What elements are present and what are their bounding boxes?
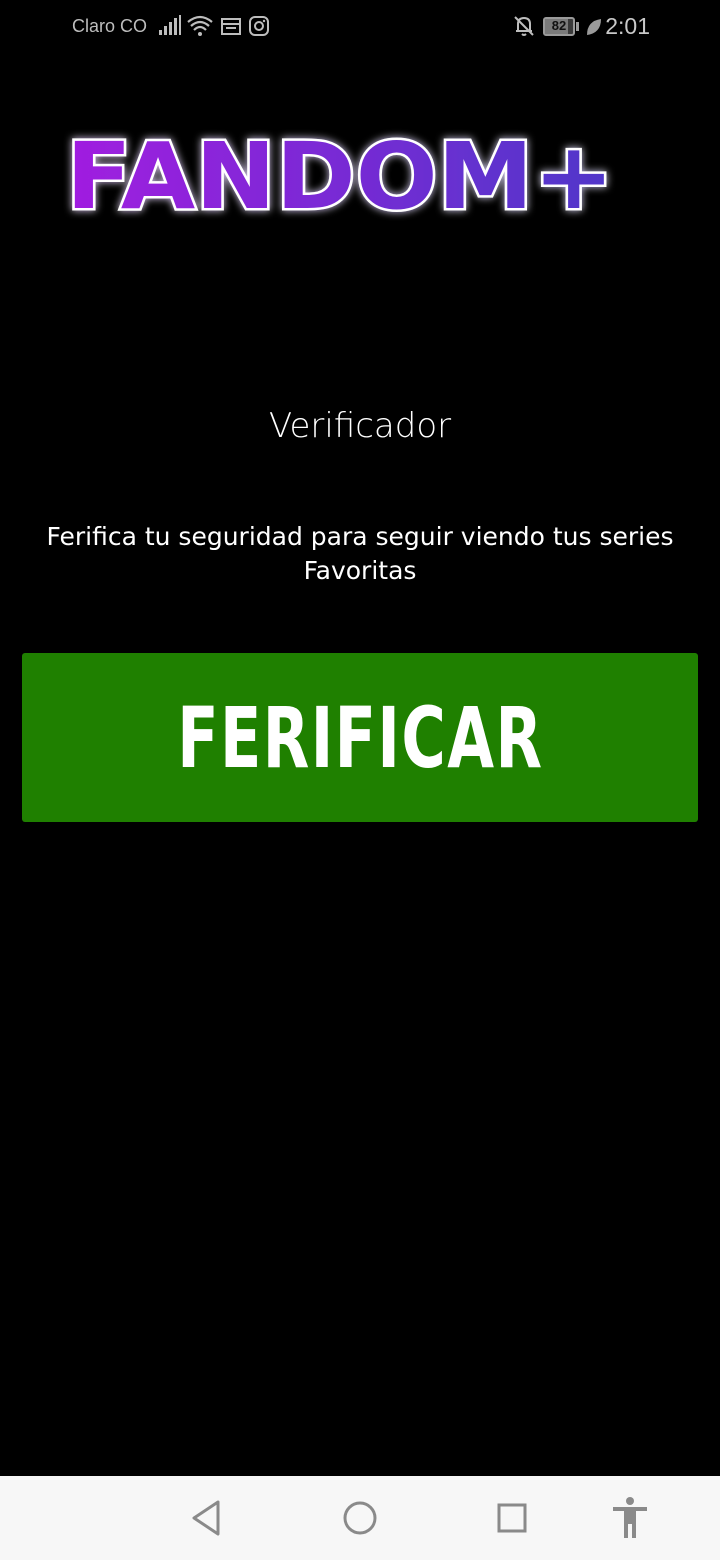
carrier-name: Claro CO xyxy=(72,16,148,36)
bell-muted-icon xyxy=(514,16,534,36)
description-text: Ferifica tu seguridad para seguir viendo… xyxy=(46,522,674,585)
accessibility-icon xyxy=(613,1497,647,1538)
logo-text: FANDOM+ xyxy=(66,123,614,224)
clock: 2:01 xyxy=(605,13,650,39)
back-icon xyxy=(192,1500,220,1536)
calendar-icon xyxy=(221,18,241,35)
verify-button-label: FERIFICAR xyxy=(176,688,544,787)
home-icon xyxy=(343,1501,377,1535)
battery-icon: 82 xyxy=(543,17,575,36)
leaf-icon xyxy=(587,19,601,35)
back-button[interactable] xyxy=(182,1494,230,1542)
wifi-icon xyxy=(187,15,213,36)
recents-icon xyxy=(497,1503,527,1533)
recents-button[interactable] xyxy=(488,1494,536,1542)
accessibility-button[interactable] xyxy=(606,1494,654,1542)
signal-icon xyxy=(159,15,181,35)
battery-level: 82 xyxy=(551,18,567,33)
instagram-icon xyxy=(249,16,269,36)
home-button[interactable] xyxy=(336,1494,384,1542)
navigation-bar xyxy=(0,1476,720,1560)
fandom-plus-logo: FANDOM+ xyxy=(64,121,617,225)
battery-tip xyxy=(576,22,579,31)
verify-button[interactable]: FERIFICAR xyxy=(22,653,698,822)
status-bar: Claro CO 82 2:01 xyxy=(0,0,720,56)
page-title: Verificador xyxy=(268,406,452,446)
